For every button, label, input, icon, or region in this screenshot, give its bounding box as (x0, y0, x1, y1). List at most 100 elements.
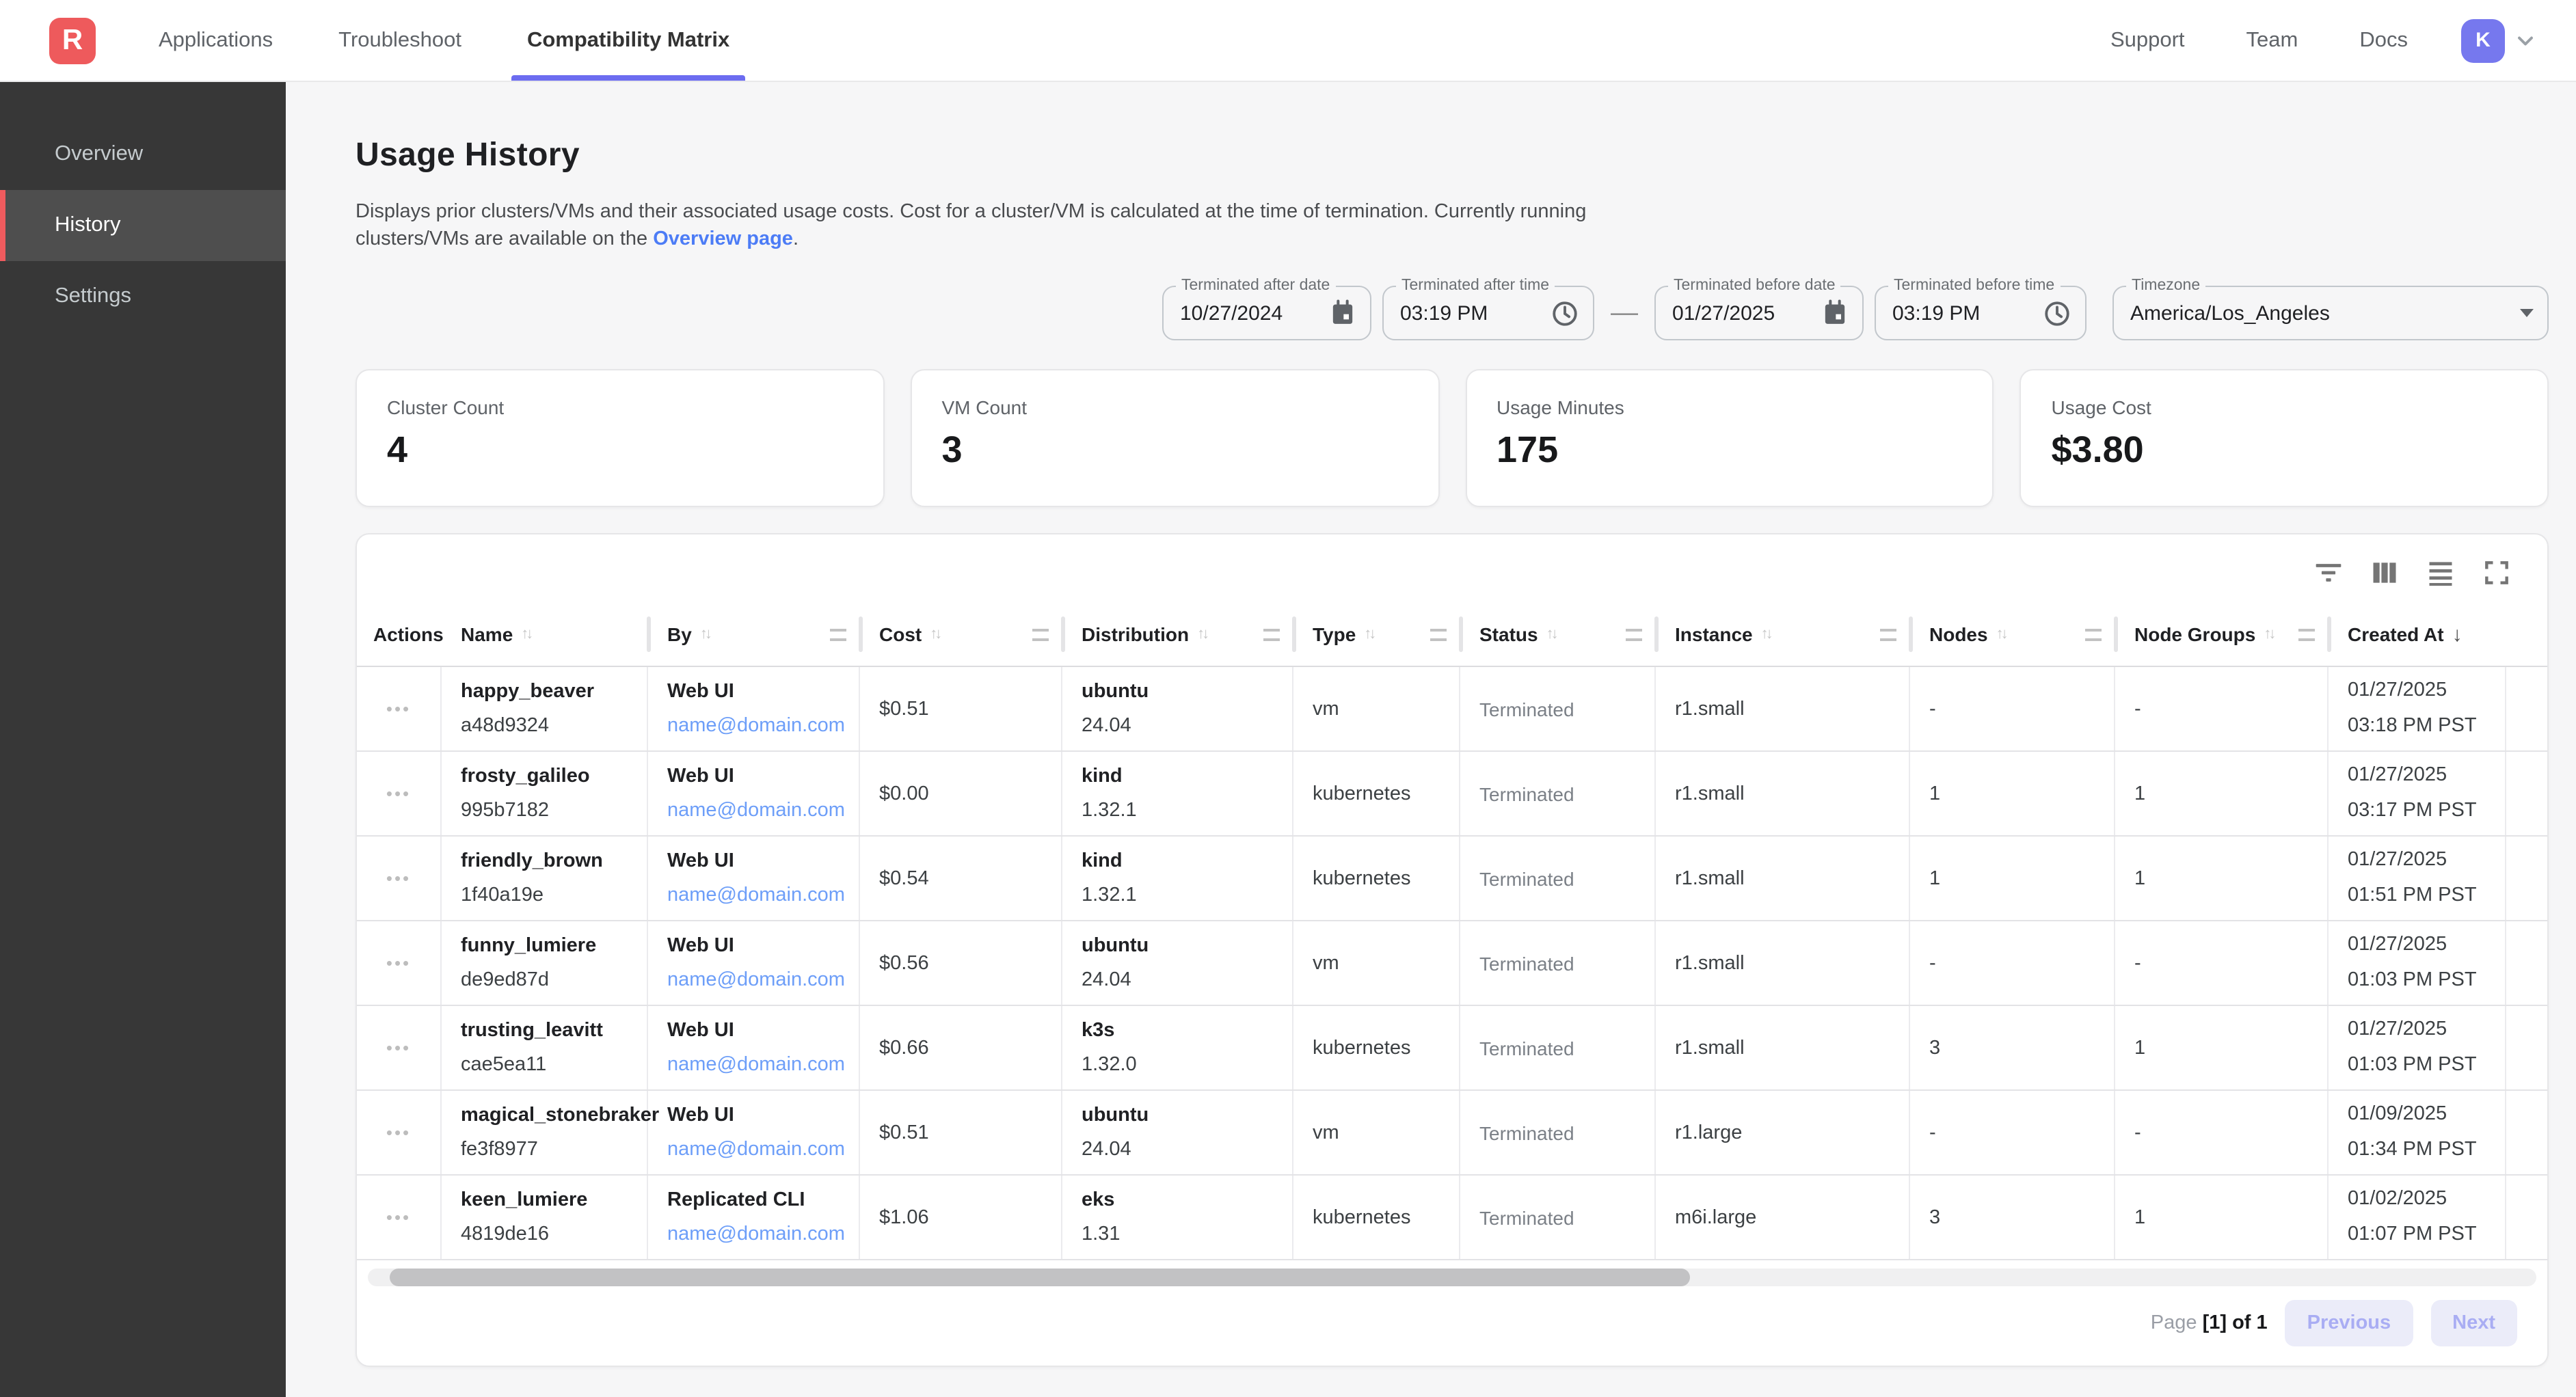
columns-icon[interactable] (2370, 558, 2400, 588)
row-actions-button[interactable]: ••• (386, 783, 411, 804)
dropdown-arrow-icon[interactable] (2520, 309, 2534, 317)
creator-email-link[interactable]: name@domain.com (667, 969, 859, 991)
sort-icon[interactable]: ↑↓ (1197, 626, 1207, 642)
terminated-after-date-field[interactable]: Terminated after date 10/27/2024 (1162, 286, 1371, 340)
sidebar-item-settings[interactable]: Settings (0, 261, 286, 332)
nav-link-docs[interactable]: Docs (2359, 28, 2408, 53)
scrollbar-thumb[interactable] (390, 1269, 1691, 1286)
cell-nodes: 1 (1910, 752, 2115, 835)
cell-nodes: 3 (1910, 1176, 2115, 1259)
cell-name: friendly_brown1f40a19e (442, 837, 648, 920)
column-menu-icon[interactable] (2085, 628, 2102, 640)
cell-nodes: 3 (1910, 1006, 2115, 1089)
account-menu[interactable]: K (2461, 18, 2538, 62)
row-actions-button[interactable]: ••• (386, 1037, 411, 1058)
column-header-cost[interactable]: Cost ↑↓ (860, 603, 1062, 666)
replicated-logo[interactable]: R (49, 17, 96, 64)
column-header-type[interactable]: Type ↑↓ (1293, 603, 1460, 666)
sidebar-item-overview[interactable]: Overview (0, 119, 286, 190)
cell-node-groups: 1 (2115, 752, 2329, 835)
column-menu-icon[interactable] (1880, 628, 1896, 640)
column-header-created-at[interactable]: Created At ↓ (2329, 603, 2506, 666)
cell-cost: $0.54 (860, 837, 1062, 920)
column-menu-icon[interactable] (1263, 628, 1280, 640)
avatar[interactable]: K (2461, 18, 2505, 62)
next-button[interactable]: Next (2430, 1300, 2517, 1346)
header-filler (2506, 603, 2547, 666)
column-header-instance[interactable]: Instance ↑↓ (1656, 603, 1910, 666)
column-header-node-groups[interactable]: Node Groups ↑↓ (2115, 603, 2329, 666)
terminated-before-date-field[interactable]: Terminated before date 01/27/2025 (1654, 286, 1864, 340)
sort-icon[interactable]: ↑↓ (1364, 626, 1373, 642)
column-menu-icon[interactable] (1430, 628, 1447, 640)
active-tab-indicator (512, 75, 744, 81)
column-menu-icon[interactable] (2298, 628, 2315, 640)
page-indicator: Page [1] of 1 (2151, 1312, 2268, 1334)
creator-email-link[interactable]: name@domain.com (667, 1054, 859, 1076)
calendar-icon[interactable] (1808, 299, 1849, 327)
sort-icon[interactable]: ↑↓ (521, 626, 531, 642)
column-header-nodes[interactable]: Nodes ↑↓ (1910, 603, 2115, 666)
cell-type: vm (1293, 921, 1460, 1005)
nav-tab-troubleshoot[interactable]: Troubleshoot (338, 0, 461, 81)
row-actions-button[interactable]: ••• (386, 1207, 411, 1228)
cell-node-groups: 1 (2115, 1006, 2329, 1089)
horizontal-scrollbar[interactable] (368, 1269, 2536, 1286)
column-menu-icon[interactable] (830, 628, 846, 640)
sort-desc-icon[interactable]: ↓ (2452, 623, 2463, 646)
cell-created-at: 01/27/202503:17 PM PST (2329, 752, 2506, 835)
cell-status: Terminated (1460, 921, 1656, 1005)
sort-icon[interactable]: ↑↓ (700, 626, 710, 642)
terminated-after-time-field[interactable]: Terminated after time 03:19 PM (1382, 286, 1594, 340)
column-header-name[interactable]: Name ↑↓ (442, 603, 648, 666)
overview-page-link[interactable]: Overview page (653, 228, 793, 250)
top-nav: R Applications Troubleshoot Compatibilit… (0, 0, 2576, 82)
terminated-before-time-field[interactable]: Terminated before time 03:19 PM (1875, 286, 2087, 340)
nav-link-support[interactable]: Support (2110, 28, 2185, 53)
cell-name: trusting_leavittcae5ea11 (442, 1006, 648, 1089)
clock-icon[interactable] (1537, 299, 1579, 327)
row-actions-button[interactable]: ••• (386, 868, 411, 889)
table-row: ••• funny_lumierede9ed87d Web UIname@dom… (357, 921, 2547, 1006)
sort-icon[interactable]: ↑↓ (1546, 626, 1556, 642)
cell-name: funny_lumierede9ed87d (442, 921, 648, 1005)
clock-icon[interactable] (2029, 299, 2071, 327)
sidebar: Overview History Settings (0, 82, 286, 1397)
cell-node-groups: 1 (2115, 837, 2329, 920)
column-header-by[interactable]: By ↑↓ (648, 603, 860, 666)
cell-distribution: kind1.32.1 (1062, 752, 1293, 835)
cell-by: Web UIname@domain.com (648, 837, 860, 920)
creator-email-link[interactable]: name@domain.com (667, 715, 859, 737)
row-actions-button[interactable]: ••• (386, 698, 411, 719)
chevron-down-icon[interactable] (2513, 28, 2538, 53)
column-menu-icon[interactable] (1032, 628, 1049, 640)
sidebar-item-history[interactable]: History (0, 190, 286, 261)
row-actions-button[interactable]: ••• (386, 1122, 411, 1143)
sort-icon[interactable]: ↑↓ (1761, 626, 1771, 642)
nav-tab-compatibility-matrix[interactable]: Compatibility Matrix (527, 0, 729, 81)
creator-email-link[interactable]: name@domain.com (667, 800, 859, 822)
stat-card-usage-cost: Usage Cost $3.80 (2020, 369, 2549, 507)
density-icon[interactable] (2426, 558, 2456, 588)
nav-link-team[interactable]: Team (2246, 28, 2298, 53)
filters-row: Terminated after date 10/27/2024 Termina… (355, 286, 2549, 340)
creator-email-link[interactable]: name@domain.com (667, 1139, 859, 1161)
row-actions-button[interactable]: ••• (386, 953, 411, 973)
filter-icon[interactable] (2313, 558, 2344, 588)
nav-tab-applications[interactable]: Applications (159, 0, 273, 81)
fullscreen-icon[interactable] (2482, 558, 2512, 588)
sort-icon[interactable]: ↑↓ (1996, 626, 2006, 642)
cell-status: Terminated (1460, 667, 1656, 750)
column-header-distribution[interactable]: Distribution ↑↓ (1062, 603, 1293, 666)
table-toolbar (357, 534, 2547, 603)
timezone-select[interactable]: Timezone America/Los_Angeles (2112, 286, 2549, 340)
column-header-status[interactable]: Status ↑↓ (1460, 603, 1656, 666)
previous-button[interactable]: Previous (2285, 1300, 2413, 1346)
cell-distribution: ubuntu24.04 (1062, 1091, 1293, 1174)
creator-email-link[interactable]: name@domain.com (667, 884, 859, 906)
column-menu-icon[interactable] (1626, 628, 1642, 640)
creator-email-link[interactable]: name@domain.com (667, 1223, 859, 1245)
calendar-icon[interactable] (1315, 299, 1356, 327)
sort-icon[interactable]: ↑↓ (2264, 626, 2273, 642)
sort-icon[interactable]: ↑↓ (930, 626, 939, 642)
